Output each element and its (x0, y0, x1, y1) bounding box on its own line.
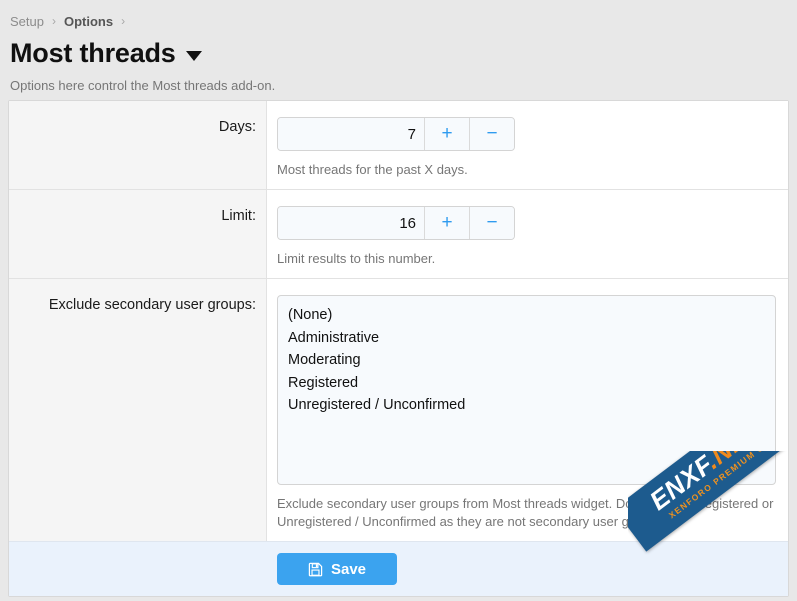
list-item[interactable]: Moderating (278, 349, 775, 372)
field-label-limit: Limit: (9, 190, 267, 278)
options-panel: Days: + − Most threads for the past X da… (8, 100, 789, 597)
days-decrement-button[interactable]: − (469, 118, 514, 150)
page-title-row: Most threads (0, 30, 797, 70)
page-title: Most threads (10, 38, 176, 68)
limit-hint: Limit results to this number. (277, 250, 774, 268)
save-button[interactable]: Save (277, 553, 397, 585)
days-hint: Most threads for the past X days. (277, 161, 774, 179)
form-row-limit: Limit: + − Limit results to this number. (9, 189, 788, 278)
days-stepper[interactable]: + − (277, 117, 515, 151)
exclude-groups-multiselect[interactable]: (None) Administrative Moderating Registe… (277, 295, 776, 485)
days-input[interactable] (278, 118, 424, 150)
page-description: Options here control the Most threads ad… (0, 70, 797, 96)
save-button-label: Save (331, 561, 366, 578)
list-item[interactable]: Administrative (278, 327, 775, 350)
field-control-days: + − Most threads for the past X days. (267, 101, 788, 189)
breadcrumb-item-options[interactable]: Options (64, 14, 113, 29)
breadcrumb-item-setup[interactable]: Setup (10, 14, 44, 29)
days-increment-button[interactable]: + (424, 118, 469, 150)
exclude-groups-hint: Exclude secondary user groups from Most … (277, 495, 776, 531)
field-label-days: Days: (9, 101, 267, 189)
field-control-exclude-groups: (None) Administrative Moderating Registe… (267, 279, 790, 541)
field-label-exclude-groups: Exclude secondary user groups: (9, 279, 267, 541)
limit-decrement-button[interactable]: − (469, 207, 514, 239)
limit-input[interactable] (278, 207, 424, 239)
list-item[interactable]: (None) (278, 304, 775, 327)
limit-increment-button[interactable]: + (424, 207, 469, 239)
breadcrumb-separator-icon: › (121, 14, 125, 28)
breadcrumb: Setup › Options › (0, 0, 797, 30)
breadcrumb-separator-icon: › (52, 14, 56, 28)
field-control-limit: + − Limit results to this number. (267, 190, 788, 278)
panel-footer: Save (9, 541, 788, 596)
list-item[interactable]: Registered (278, 372, 775, 395)
form-row-exclude-groups: Exclude secondary user groups: (None) Ad… (9, 278, 788, 541)
chevron-down-icon[interactable] (186, 51, 202, 61)
list-item[interactable]: Unregistered / Unconfirmed (278, 394, 775, 417)
limit-stepper[interactable]: + − (277, 206, 515, 240)
form-row-days: Days: + − Most threads for the past X da… (9, 101, 788, 189)
save-disk-icon (308, 562, 323, 577)
